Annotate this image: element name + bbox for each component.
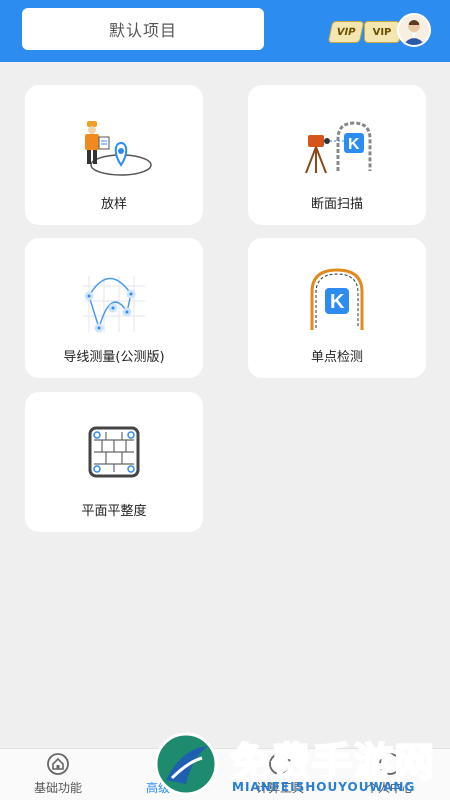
- watermark-subtitle: MIANFEISHOUYOUWANG: [232, 780, 416, 794]
- stakeout-card[interactable]: 放样: [25, 85, 203, 225]
- section-scan-card[interactable]: K 断面扫描: [248, 85, 426, 225]
- traverse-network-icon: [69, 266, 159, 336]
- svg-text:K: K: [348, 136, 360, 153]
- card-label: 导线测量(公测版): [63, 350, 165, 365]
- vip-badge: VIP: [327, 21, 365, 43]
- tunnel-section-scan-icon: K: [292, 113, 382, 183]
- home-icon: [46, 753, 70, 775]
- traverse-survey-card[interactable]: 导线测量(公测版): [25, 238, 203, 378]
- vip-badges[interactable]: VIP VIP: [327, 20, 400, 44]
- wall-flatness-icon: [69, 420, 159, 490]
- project-name: 默认项目: [108, 21, 177, 40]
- tab-basic-functions[interactable]: 基础功能: [13, 749, 103, 800]
- tab-label: 基础功能: [33, 781, 82, 795]
- user-avatar-icon: [403, 20, 425, 45]
- surveyor-stakeout-icon: [69, 113, 159, 183]
- project-selector[interactable]: 默认项目: [22, 8, 264, 50]
- vip-badge: VIP: [364, 21, 400, 43]
- top-bar: 默认项目 VIP VIP: [0, 0, 450, 62]
- avatar[interactable]: [397, 13, 431, 47]
- card-label: 放样: [100, 197, 127, 212]
- watermark: 免费手游网 MIANFEISHOUYOUWANG: [152, 728, 450, 800]
- single-point-check-card[interactable]: K 单点检测: [248, 238, 426, 378]
- svg-text:K: K: [330, 291, 345, 313]
- card-label: 断面扫描: [310, 197, 363, 212]
- flatness-card[interactable]: 平面平整度: [25, 392, 203, 532]
- watermark-logo-icon: [154, 732, 218, 796]
- card-label: 单点检测: [310, 350, 363, 365]
- tunnel-point-check-icon: K: [292, 266, 382, 336]
- card-label: 平面平整度: [81, 504, 147, 519]
